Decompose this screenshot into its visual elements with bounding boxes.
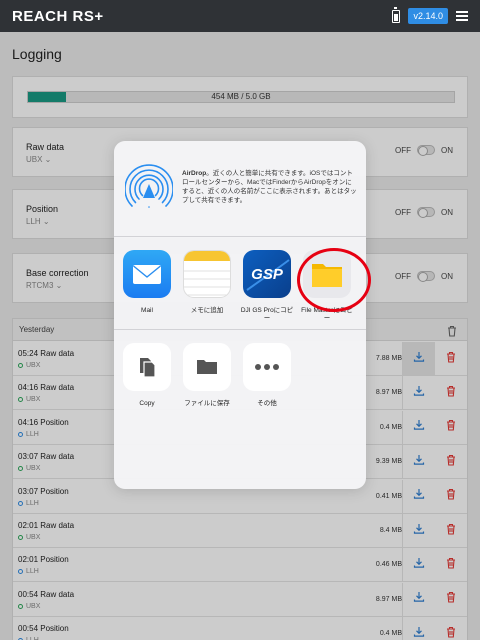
airdrop-body: 。近くの人と簡単に共有できます。iOSではコントロールセンターから、MacではF… (182, 170, 357, 204)
files-folder-icon (183, 343, 231, 391)
share-action-more[interactable]: その他 (238, 343, 296, 408)
gsp-icon-text: GSP (251, 266, 284, 283)
airdrop-description: AirDrop。近くの人と簡単に共有できます。iOSではコントロールセンターから… (182, 169, 358, 205)
share-app-mail[interactable]: Mail (118, 250, 176, 315)
share-app-notes[interactable]: メモに追加 (178, 250, 236, 315)
share-app-dji-gs-pro[interactable]: GSP DJI GS Proにコピー (238, 250, 296, 323)
dji-gsp-icon: GSP (243, 250, 291, 298)
top-bar: REACH RS+ v2.14.0 (0, 0, 480, 32)
share-actions-row: Copy ファイルに保存 その他 (114, 331, 366, 489)
share-app-label: DJI GS Proにコピー (240, 307, 294, 322)
copy-icon (123, 343, 171, 391)
battery-icon (392, 6, 401, 23)
notes-icon (183, 250, 231, 298)
version-badge: v2.14.0 (408, 8, 448, 24)
brand-title: REACH RS+ (12, 7, 104, 25)
mail-icon (123, 250, 171, 298)
share-sheet: AirDrop。近くの人と簡単に共有できます。iOSではコントロールセンターから… (114, 141, 366, 489)
share-app-label: メモに追加 (190, 307, 224, 314)
share-action-label: ファイルに保存 (184, 400, 230, 407)
airdrop-icon (125, 164, 173, 208)
hamburger-menu-icon[interactable] (456, 11, 468, 21)
share-action-copy[interactable]: Copy (118, 343, 176, 408)
airdrop-section[interactable]: AirDrop。近くの人と簡単に共有できます。iOSではコントロールセンターから… (114, 141, 366, 237)
share-action-save-to-files[interactable]: ファイルに保存 (178, 343, 236, 408)
share-action-label: その他 (257, 400, 277, 407)
share-action-label: Copy (139, 400, 155, 407)
more-icon (243, 343, 291, 391)
airdrop-title: AirDrop (182, 170, 207, 177)
highlight-circle-annotation (297, 248, 371, 312)
share-app-label: Mail (141, 307, 153, 314)
